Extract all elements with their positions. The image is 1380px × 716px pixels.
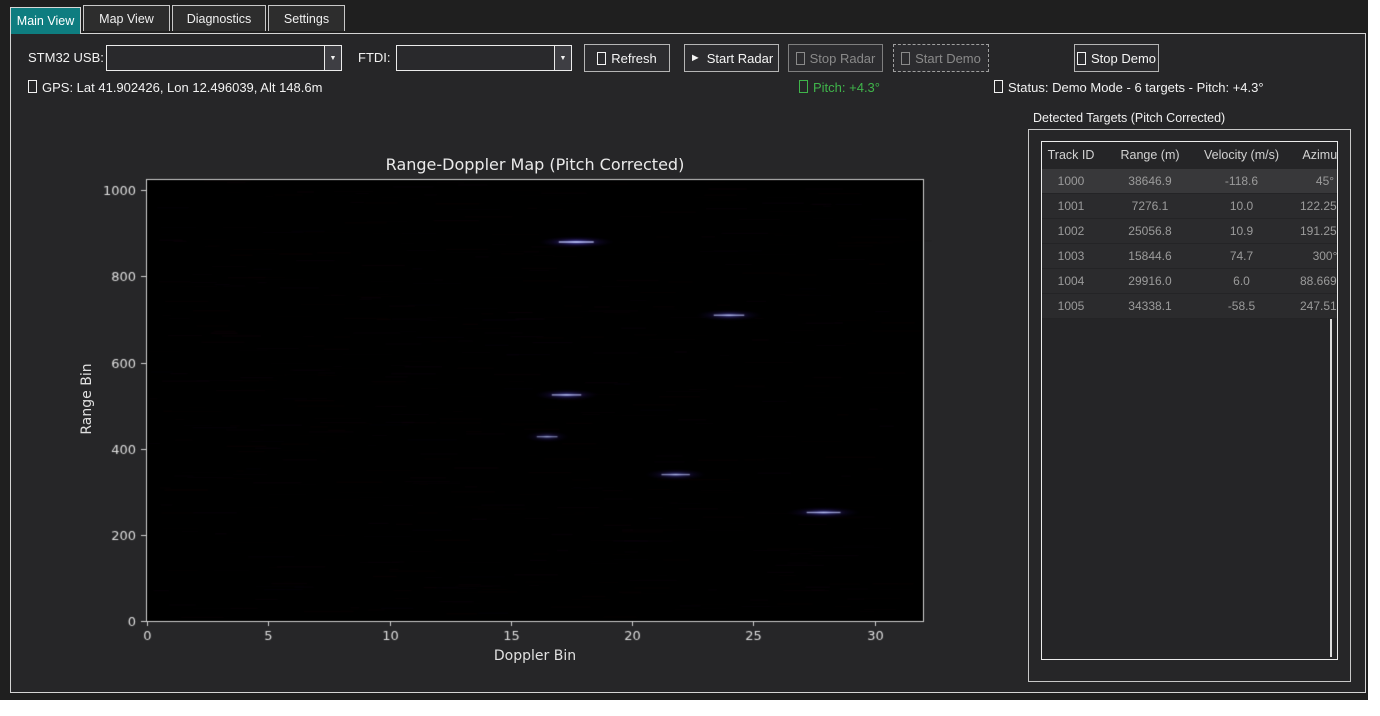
cell: 10.9 bbox=[1200, 219, 1283, 243]
cell: 38646.9 bbox=[1100, 169, 1200, 193]
tab-map-view[interactable]: Map View bbox=[83, 5, 170, 31]
satellite-icon bbox=[28, 80, 37, 93]
cell: 1001 bbox=[1042, 194, 1100, 218]
column-header[interactable]: Range (m) bbox=[1100, 142, 1200, 169]
tab-settings[interactable]: Settings bbox=[268, 5, 345, 31]
stop-demo-button[interactable]: Stop Demo bbox=[1074, 44, 1159, 72]
play-icon: ► bbox=[690, 52, 701, 64]
cell: -58.5 bbox=[1200, 294, 1283, 318]
status-icon bbox=[994, 80, 1003, 93]
cell: 122.2510 bbox=[1283, 194, 1338, 218]
ftdi-port-combobox[interactable]: ▼ bbox=[396, 45, 572, 71]
cell: 247.5104 bbox=[1283, 294, 1338, 318]
cell: 1003 bbox=[1042, 244, 1100, 268]
cell: 1000 bbox=[1042, 169, 1100, 193]
refresh-button[interactable]: Refresh bbox=[584, 44, 670, 72]
tab-diagnostics[interactable]: Diagnostics bbox=[172, 5, 266, 31]
demo-icon bbox=[901, 52, 910, 65]
pitch-icon bbox=[799, 80, 808, 93]
column-header[interactable]: Track ID bbox=[1042, 142, 1100, 169]
dropdown-arrow-icon[interactable]: ▼ bbox=[554, 46, 571, 70]
table-row[interactable]: 100225056.810.9191.2552 bbox=[1042, 219, 1338, 244]
range-doppler-heatmap bbox=[51, 146, 971, 686]
start-demo-button[interactable]: Start Demo bbox=[893, 44, 989, 72]
cell: 191.2552 bbox=[1283, 219, 1338, 243]
table-header-row: Track IDRange (m)Velocity (m/s)Azimuth bbox=[1042, 142, 1338, 169]
table-row[interactable]: 100315844.674.7300° bbox=[1042, 244, 1338, 269]
tab-main-view[interactable]: Main View bbox=[10, 7, 81, 34]
status-text: Status: Demo Mode - 6 targets - Pitch: +… bbox=[994, 80, 1264, 95]
cell: 1005 bbox=[1042, 294, 1100, 318]
pitch-indicator: Pitch: +4.3° bbox=[799, 80, 880, 95]
stop-icon bbox=[1077, 52, 1086, 65]
detected-targets-groupbox: Track IDRange (m)Velocity (m/s)Azimuth 1… bbox=[1028, 129, 1351, 682]
cell: 300° bbox=[1283, 244, 1338, 268]
app-window: Main View Map View Diagnostics Settings … bbox=[0, 0, 1368, 700]
main-view-panel: STM32 USB: ▼ FTDI: ▼ Refresh ► Start Rad… bbox=[10, 33, 1366, 693]
column-header[interactable]: Velocity (m/s) bbox=[1200, 142, 1283, 169]
gps-status-text: GPS: Lat 41.902426, Lon 12.496039, Alt 1… bbox=[28, 80, 322, 95]
cell: 10.0 bbox=[1200, 194, 1283, 218]
targets-table[interactable]: Track IDRange (m)Velocity (m/s)Azimuth 1… bbox=[1041, 141, 1338, 660]
detected-targets-title: Detected Targets (Pitch Corrected) bbox=[1033, 111, 1225, 125]
cell: 7276.1 bbox=[1100, 194, 1200, 218]
stop-icon bbox=[796, 52, 805, 65]
cell: 1002 bbox=[1042, 219, 1100, 243]
table-row[interactable]: 100429916.06.088.66998 bbox=[1042, 269, 1338, 294]
start-radar-button[interactable]: ► Start Radar bbox=[684, 44, 779, 72]
stm32-usb-label: STM32 USB: bbox=[28, 50, 104, 65]
cell: 45° bbox=[1283, 169, 1338, 193]
table-scrollbar[interactable] bbox=[1330, 319, 1332, 657]
cell: 74.7 bbox=[1200, 244, 1283, 268]
cell: 15844.6 bbox=[1100, 244, 1200, 268]
cell: 6.0 bbox=[1200, 269, 1283, 293]
cell: 88.66998 bbox=[1283, 269, 1338, 293]
ftdi-label: FTDI: bbox=[358, 50, 391, 65]
dropdown-arrow-icon[interactable]: ▼ bbox=[324, 46, 341, 70]
cell: 1004 bbox=[1042, 269, 1100, 293]
stm32-port-combobox[interactable]: ▼ bbox=[106, 45, 342, 71]
table-row[interactable]: 10017276.110.0122.2510 bbox=[1042, 194, 1338, 219]
refresh-icon bbox=[597, 52, 606, 65]
table-row[interactable]: 100534338.1-58.5247.5104 bbox=[1042, 294, 1338, 319]
cell: 34338.1 bbox=[1100, 294, 1200, 318]
cell: -118.6 bbox=[1200, 169, 1283, 193]
cell: 25056.8 bbox=[1100, 219, 1200, 243]
table-row[interactable]: 100038646.9-118.645° bbox=[1042, 169, 1338, 194]
column-header[interactable]: Azimuth bbox=[1283, 142, 1338, 169]
stop-radar-button[interactable]: Stop Radar bbox=[788, 44, 883, 72]
cell: 29916.0 bbox=[1100, 269, 1200, 293]
